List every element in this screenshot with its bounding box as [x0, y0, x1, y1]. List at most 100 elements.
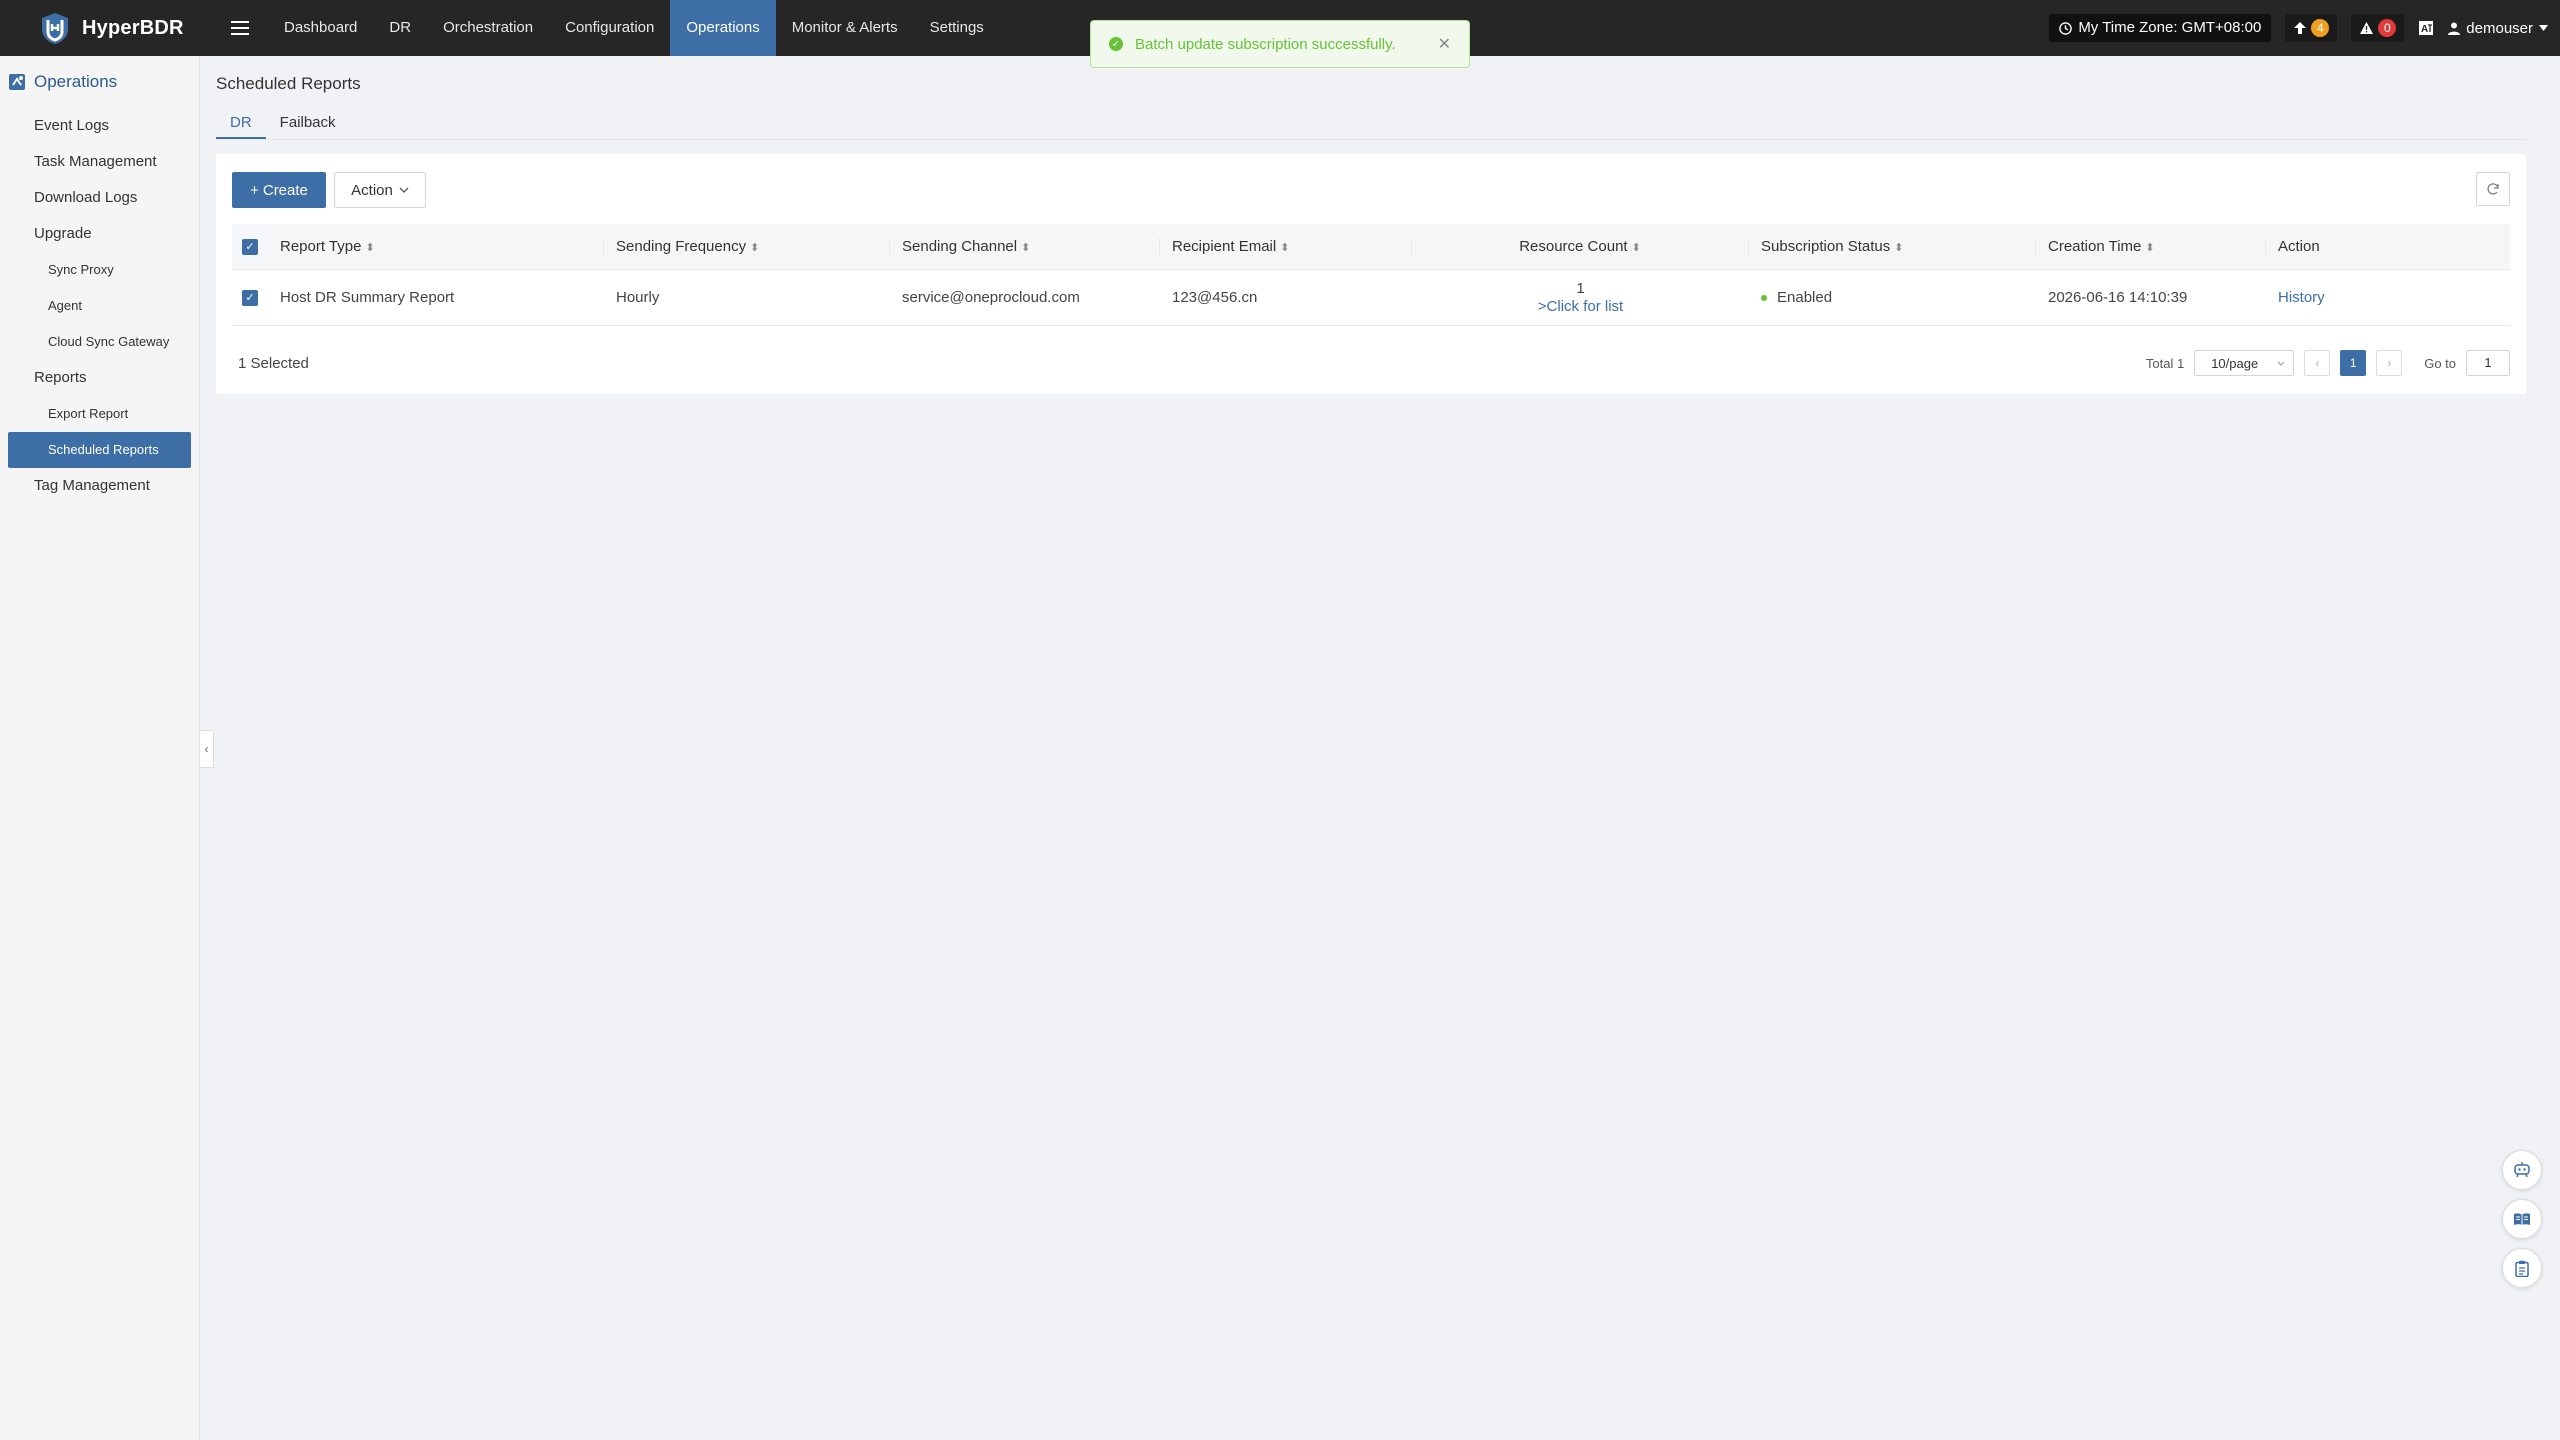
warning-icon [2360, 22, 2374, 34]
sort-icon[interactable]: ⬍ [1021, 242, 1030, 254]
sort-icon[interactable]: ⬍ [750, 242, 759, 254]
goto-label: Go to [2424, 355, 2456, 371]
operations-icon [9, 74, 25, 90]
refresh-icon [2487, 183, 2499, 195]
user-icon [2448, 22, 2461, 35]
sidebar-collapse-icon[interactable]: ‹ [200, 730, 214, 768]
prev-page-button[interactable]: ‹ [2304, 350, 2331, 376]
timezone-display[interactable]: My Time Zone: GMT+08:00 [2049, 14, 2272, 42]
hyperbdr-logo-icon [36, 10, 74, 46]
svg-text:A: A [2421, 24, 2428, 35]
report-tabs: DR Failback [216, 108, 2526, 140]
action-dropdown-button[interactable]: Action [334, 172, 426, 208]
reports-table: ✓ Report Type ⬍ Sending Frequency ⬍ Sendin… [232, 224, 2510, 326]
sidebar-item-scheduled-reports[interactable]: Scheduled Reports [8, 432, 191, 468]
col-action: Action [2278, 238, 2320, 255]
col-sending-channel[interactable]: Sending Channel ⬍ [890, 238, 1160, 255]
toast-message: Batch update subscription successfully. [1135, 35, 1396, 53]
table-footer: 1 Selected Total 1 10/page ‹ 1 › Go to 1 [232, 348, 2510, 378]
success-toast: ✓ Batch update subscription successfully… [1090, 20, 1470, 68]
nav-orchestration[interactable]: Orchestration [427, 0, 549, 56]
col-recipient-email[interactable]: Recipient Email ⬍ [1160, 238, 1412, 255]
refresh-button[interactable] [2476, 172, 2510, 206]
language-icon[interactable]: A [2418, 20, 2434, 36]
nav-dashboard[interactable]: Dashboard [268, 0, 373, 56]
select-all-checkbox[interactable]: ✓ [232, 238, 268, 255]
history-link[interactable]: History [2266, 289, 2510, 306]
username: demouser [2466, 19, 2533, 37]
tab-dr[interactable]: DR [216, 108, 266, 139]
upgrade-notifications[interactable]: 4 [2285, 14, 2338, 42]
next-page-button[interactable]: › [2376, 350, 2403, 376]
timezone-label: My Time Zone: GMT+08:00 [2078, 19, 2262, 36]
chevron-down-icon [2277, 361, 2285, 366]
close-icon[interactable]: ✕ [1438, 34, 1451, 54]
row-checkbox[interactable]: ✓ [232, 289, 268, 306]
top-right-tools: My Time Zone: GMT+08:00 4 0 A demouser [2049, 0, 2548, 56]
pagination: Total 1 10/page ‹ 1 › Go to 1 [2146, 348, 2510, 378]
cell-frequency: Hourly [616, 289, 660, 306]
page-size-select[interactable]: 10/page [2194, 350, 2295, 376]
menu-toggle-icon[interactable] [212, 0, 268, 56]
sort-icon[interactable]: ⬍ [1632, 242, 1641, 254]
tab-failback[interactable]: Failback [266, 108, 350, 139]
nav-operations[interactable]: Operations [670, 0, 776, 56]
status-dot [1761, 295, 1767, 302]
sidebar-item-event-logs[interactable]: Event Logs [0, 108, 199, 144]
nav-monitor-alerts[interactable]: Monitor & Alerts [776, 0, 914, 56]
cell-report-type: Host DR Summary Report [280, 289, 455, 306]
sidebar-item-cloud-sync-gateway[interactable]: Cloud Sync Gateway [0, 324, 199, 360]
sidebar-item-export-report[interactable]: Export Report [0, 396, 199, 432]
page-number-button[interactable]: 1 [2340, 350, 2367, 376]
sort-icon[interactable]: ⬍ [1894, 242, 1903, 254]
page-title: Scheduled Reports [216, 74, 361, 93]
alert-count-badge: 0 [2378, 19, 2397, 37]
sidebar-item-download-logs[interactable]: Download Logs [0, 180, 199, 216]
app-name: HyperBDR [82, 16, 184, 39]
clock-icon [2059, 21, 2073, 35]
reports-card: + Create Action ✓ Report Type ⬍ Sending F… [216, 154, 2526, 394]
sidebar-item-task-management[interactable]: Task Management [0, 144, 199, 180]
sort-icon[interactable]: ⬍ [365, 242, 374, 254]
upgrade-count-badge: 4 [2311, 19, 2330, 37]
documentation-book-icon[interactable] [2502, 1199, 2542, 1239]
alert-notifications[interactable]: 0 [2351, 14, 2405, 42]
upgrade-arrow-icon [2294, 22, 2307, 34]
cell-status: Enabled [1749, 289, 2036, 306]
success-check-icon: ✓ [1109, 37, 1123, 51]
sidebar-item-agent[interactable]: Agent [0, 288, 199, 324]
table-header: ✓ Report Type ⬍ Sending Frequency ⬍ Sendin… [232, 224, 2510, 270]
nav-settings[interactable]: Settings [914, 0, 1000, 56]
col-resource-count[interactable]: Resource Count ⬍ [1412, 238, 1749, 255]
sidebar-item-reports[interactable]: Reports [0, 360, 199, 396]
clipboard-icon[interactable] [2502, 1248, 2542, 1288]
sidebar: Operations Event Logs Task Management Do… [0, 56, 200, 1440]
col-subscription-status[interactable]: Subscription Status ⬍ [1749, 238, 2036, 255]
col-report-type[interactable]: Report Type ⬍ [268, 238, 604, 255]
nav-configuration[interactable]: Configuration [549, 0, 670, 56]
cell-email: 123@456.cn [1172, 289, 1258, 306]
nav-dr[interactable]: DR [373, 0, 427, 56]
goto-page-input[interactable]: 1 [2466, 350, 2510, 376]
brand[interactable]: HyperBDR [0, 0, 200, 56]
selected-count: 1 Selected [238, 354, 309, 372]
sidebar-item-tag-management[interactable]: Tag Management [0, 468, 199, 504]
cell-channel: service@oneprocloud.com [902, 289, 1080, 306]
resource-count-value: 1 [1576, 279, 1585, 297]
chevron-down-icon [399, 187, 409, 193]
resource-list-link[interactable]: >Click for list [1412, 298, 1749, 316]
plus-icon: + [250, 181, 259, 199]
col-creation-time[interactable]: Creation Time ⬍ [2036, 238, 2266, 255]
col-sending-frequency[interactable]: Sending Frequency ⬍ [604, 238, 890, 255]
sort-icon[interactable]: ⬍ [2145, 242, 2154, 254]
main-nav: Dashboard DR Orchestration Configuration… [268, 0, 1000, 56]
user-menu[interactable]: demouser [2448, 20, 2548, 37]
status-badge: Enabled [1777, 289, 1833, 306]
chatbot-icon[interactable] [2502, 1150, 2542, 1190]
cell-creation-time: 2026-06-16 14:10:39 [2048, 289, 2188, 306]
table-row: ✓ Host DR Summary Report Hourly service@… [232, 270, 2510, 326]
create-button[interactable]: + Create [232, 172, 326, 208]
sidebar-item-sync-proxy[interactable]: Sync Proxy [0, 252, 199, 288]
sort-icon[interactable]: ⬍ [1280, 242, 1289, 254]
sidebar-item-upgrade[interactable]: Upgrade [0, 216, 199, 252]
